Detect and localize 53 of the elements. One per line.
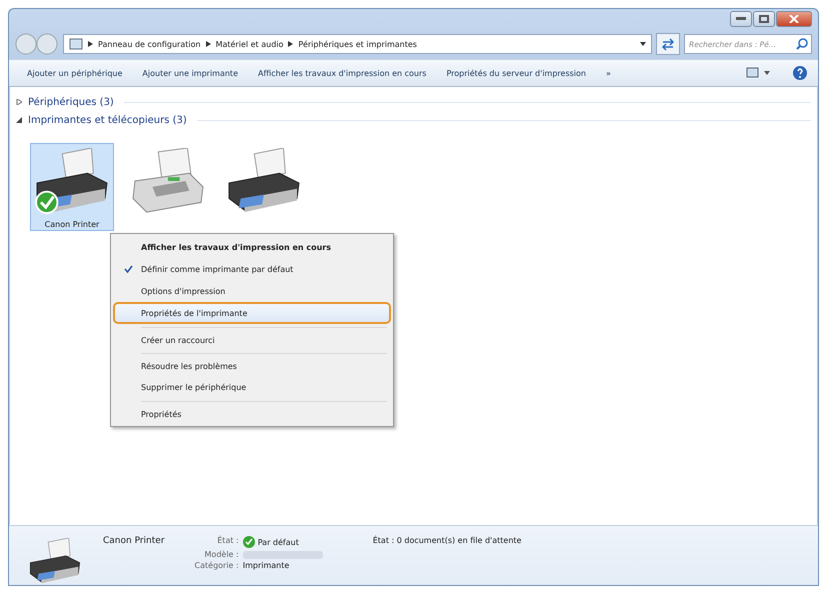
field-label: Modèle : [204, 550, 239, 559]
menu-item-label: Résoudre les problèmes [141, 362, 237, 370]
breadcrumb[interactable]: Panneau de configuration [98, 40, 201, 48]
breadcrumb-arrow-icon[interactable] [288, 41, 294, 47]
group-header[interactable]: Périphériques (3) [28, 96, 114, 108]
toolbar-button[interactable]: Afficher les travaux d'impression en cours [250, 66, 434, 80]
default-check-icon [242, 536, 255, 548]
refresh-icon[interactable] [656, 33, 680, 55]
field-label: État : [216, 536, 239, 547]
maximize-icon [759, 15, 769, 23]
menu-item-label: Créer un raccourci [141, 336, 215, 344]
expand-arrow-icon[interactable] [16, 99, 22, 105]
device-tile[interactable]: Canon Printer [30, 143, 114, 231]
menu-item-label: Définir comme imprimante par défaut [141, 264, 294, 274]
menu-item-label: Afficher les travaux d'impression en cours [141, 242, 331, 252]
printer-icon [27, 538, 83, 585]
control-panel-icon [69, 38, 83, 50]
view-options-icon[interactable] [746, 67, 772, 79]
help-icon[interactable] [792, 65, 808, 81]
menu-item-label: Propriétés [141, 410, 182, 418]
toolbar-button[interactable]: Propriétés du serveur d'impression [438, 66, 594, 80]
field-value: Par défaut [258, 538, 299, 546]
menu-item[interactable]: Définir comme imprimante par défaut [113, 258, 391, 280]
group-header[interactable]: Imprimantes et télécopieurs (3) [28, 114, 187, 126]
menu-item[interactable]: Supprimer le périphérique [113, 376, 391, 398]
breadcrumb[interactable]: Périphériques et imprimantes [298, 40, 417, 48]
menu-item-label: Options d'impression [141, 286, 226, 296]
field-value: Imprimante [242, 561, 290, 570]
toolbar-button[interactable]: Ajouter un périphérique [19, 66, 130, 80]
device-label: Canon Printer [44, 220, 100, 229]
address-bar[interactable]: Panneau de configuration Matériel et audio Périphériques et imprimantes [63, 34, 652, 54]
maximize-button[interactable] [753, 11, 775, 27]
menu-item[interactable]: Options d'impression [113, 280, 391, 302]
more-button[interactable]: » [598, 66, 619, 80]
queue-status: État : 0 document(s) en file d'attente [372, 536, 522, 545]
menu-item[interactable]: Afficher les travaux d'impression en cours [113, 236, 391, 258]
minimize-button[interactable] [730, 11, 752, 27]
menu-item-label: Supprimer le périphérique [141, 382, 246, 392]
check-icon [124, 265, 132, 273]
dropdown-arrow-icon[interactable] [640, 42, 646, 46]
breadcrumb[interactable]: Matériel et audio [216, 40, 284, 48]
field-label: Catégorie : [194, 561, 239, 570]
breadcrumb-arrow-icon[interactable] [206, 41, 211, 47]
close-button[interactable] [776, 11, 812, 27]
breadcrumb-arrow-icon[interactable] [88, 41, 93, 47]
toolbar-button[interactable]: Ajouter une imprimante [134, 66, 246, 80]
device-name: Canon Printer [103, 536, 165, 546]
collapse-arrow-icon[interactable] [16, 117, 22, 123]
menu-item-label: Propriétés de l'imprimante [141, 308, 248, 318]
menu-item[interactable]: Propriétés de l'imprimante [113, 302, 391, 324]
minimize-icon [736, 17, 746, 21]
search-icon [796, 38, 808, 50]
close-icon [789, 15, 799, 23]
